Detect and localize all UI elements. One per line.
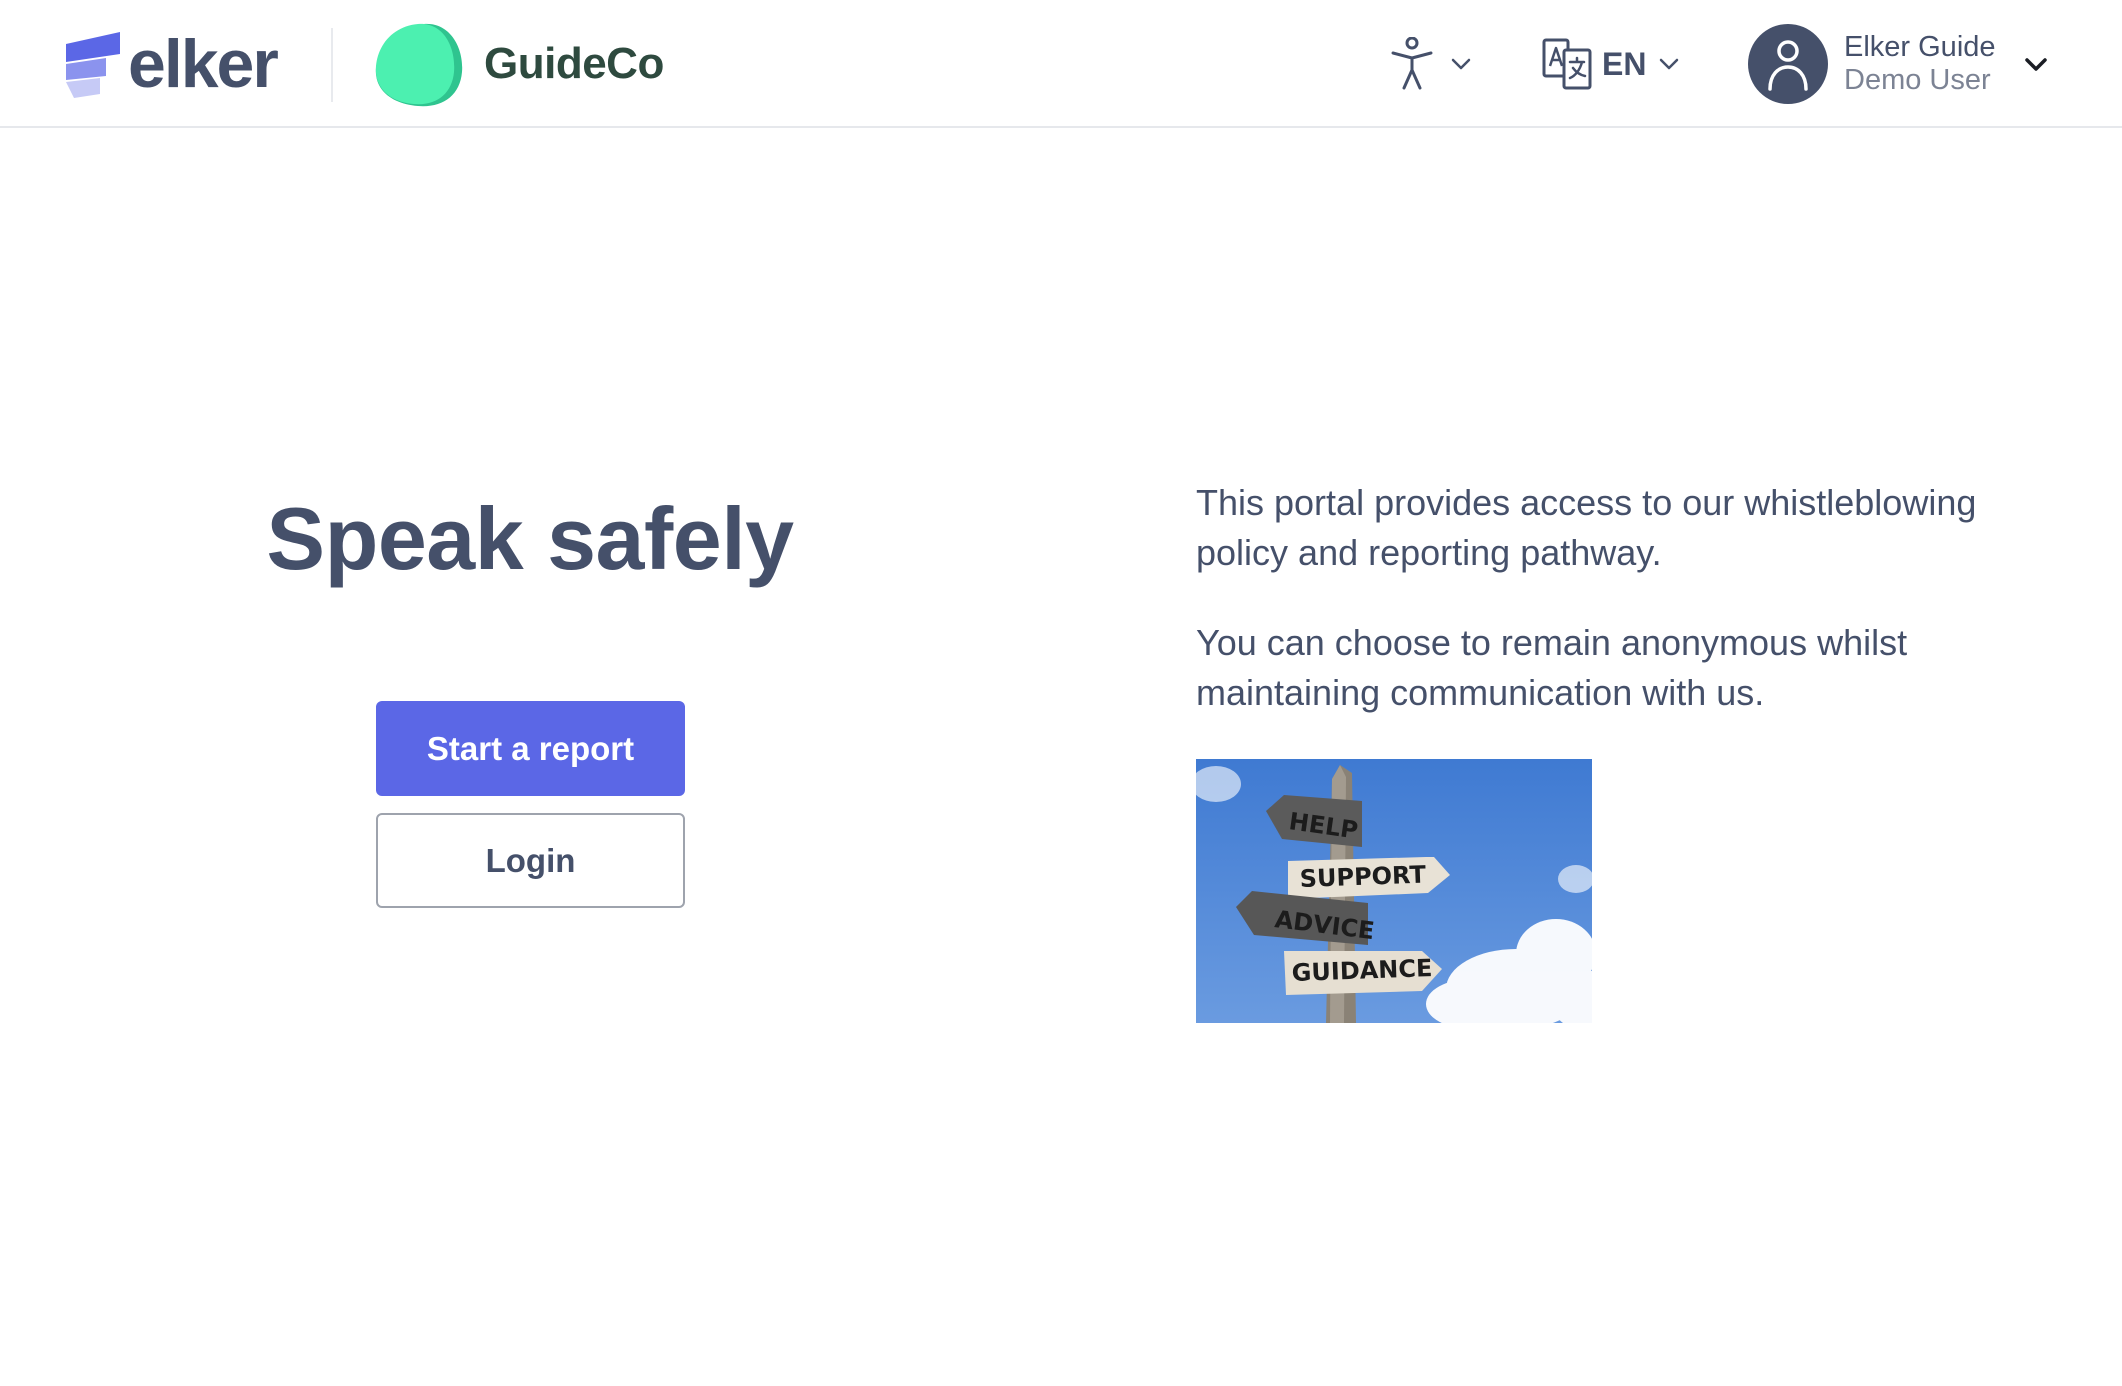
user-menu[interactable]: Elker Guide Demo User bbox=[1748, 24, 2048, 104]
chevron-down-icon bbox=[1451, 58, 1471, 70]
language-code: EN bbox=[1602, 45, 1647, 82]
client-logo-icon bbox=[375, 23, 463, 107]
page-headline: Speak safely bbox=[266, 489, 794, 588]
elker-logo-text: elker bbox=[128, 26, 279, 102]
chevron-down-icon bbox=[2024, 58, 2047, 71]
intro-paragraph: You can choose to remain anonymous whils… bbox=[1196, 622, 1908, 713]
intro-paragraph: This portal provides access to our whist… bbox=[1196, 482, 1977, 573]
top-navigation-bar: elker GuideCo EN Elker Guide Demo User bbox=[0, 0, 2122, 128]
client-logo[interactable]: GuideCo bbox=[372, 20, 664, 108]
user-role: Demo User bbox=[1844, 64, 1991, 96]
login-button[interactable]: Login bbox=[376, 813, 685, 908]
accessibility-icon bbox=[1391, 37, 1433, 90]
avatar bbox=[1748, 24, 1828, 104]
signpost-image: HELP SUPPORT ADVICE GUIDANCE bbox=[1196, 759, 1592, 1023]
user-name: Elker Guide bbox=[1844, 30, 1996, 63]
start-report-button[interactable]: Start a report bbox=[376, 701, 685, 796]
brand-divider bbox=[331, 28, 333, 102]
translate-icon bbox=[1542, 38, 1592, 90]
portal-intro: This portal provides access to our whist… bbox=[1196, 478, 2016, 758]
client-name: GuideCo bbox=[484, 39, 664, 88]
sign-label: GUIDANCE bbox=[1291, 954, 1433, 987]
language-selector[interactable]: EN bbox=[1542, 24, 1680, 104]
elker-logo[interactable]: elker bbox=[62, 26, 279, 102]
sign-label: SUPPORT bbox=[1299, 861, 1427, 893]
user-info: Elker Guide Demo User bbox=[1844, 31, 1996, 98]
elker-logo-icon bbox=[66, 32, 120, 98]
chevron-down-icon bbox=[1660, 58, 1679, 70]
user-avatar-icon bbox=[1768, 40, 1808, 91]
accessibility-menu[interactable] bbox=[1390, 24, 1472, 104]
